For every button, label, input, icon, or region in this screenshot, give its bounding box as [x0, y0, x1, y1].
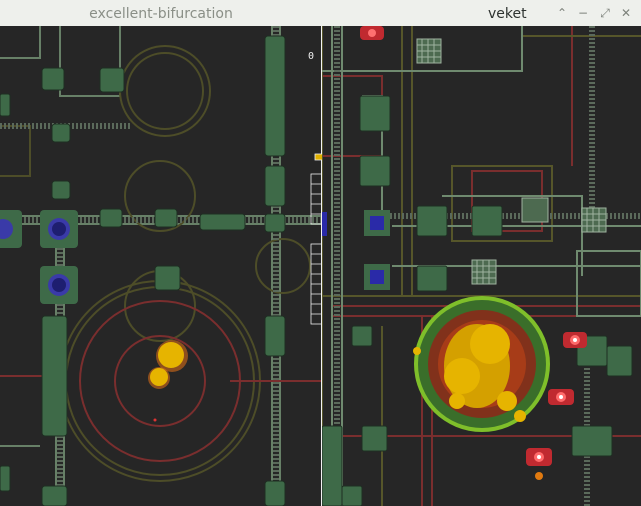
left-circuit-map	[0, 26, 321, 506]
window-title-right: veket	[488, 6, 527, 22]
right-circuit-map	[322, 26, 641, 506]
hud-left-value: 0	[308, 51, 314, 62]
left-game-viewport[interactable]	[0, 26, 321, 506]
minimize-button[interactable]: −	[574, 4, 592, 22]
window-title-left: excellent-bifurcation	[89, 6, 233, 22]
yellow-blob-icon	[148, 340, 188, 422]
yellow-blob-icon	[413, 296, 550, 432]
title-bar: excellent-bifurcation veket ⌃ − ⤢ ✕	[0, 0, 641, 27]
collapse-icon[interactable]: ⌃	[553, 4, 571, 22]
right-game-viewport[interactable]	[322, 26, 641, 506]
grid-chip-icon	[416, 38, 607, 285]
maximize-button[interactable]: ⤢	[596, 4, 614, 22]
close-button[interactable]: ✕	[617, 4, 635, 22]
